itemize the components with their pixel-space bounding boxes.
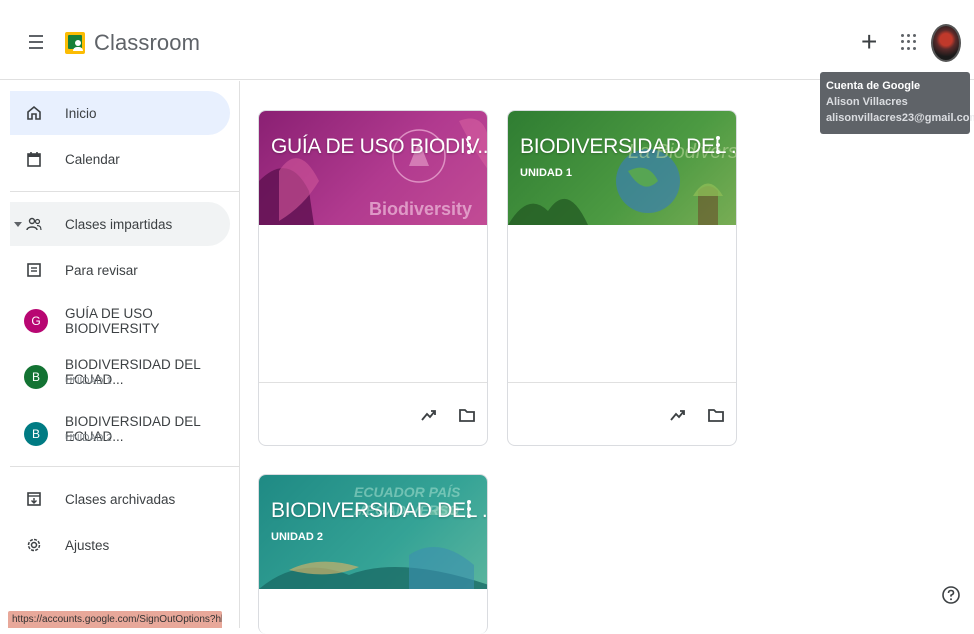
help-icon[interactable] [941,585,961,605]
sidebar-item-class-guia[interactable]: G GUÍA DE USO BIODIVERSITY [10,299,230,343]
top-app-bar: Classroom + [0,0,974,80]
account-avatar[interactable] [931,24,961,62]
sidebar-item-clases-impartidas[interactable]: Clases impartidas [10,202,230,246]
sidebar-item-label: Para revisar [65,262,138,278]
sidebar-item-class-unidad1[interactable]: B BIODIVERSIDAD DEL ECUAD... UNIDAD 1 [10,351,230,395]
class-card-guia[interactable]: Biodiversity GUÍA DE USO BIODIV... [258,110,488,446]
sidebar-item-label: Ajustes [65,537,110,553]
class-card-title[interactable]: BIODIVERSIDAD DEL ... [520,135,736,159]
class-card-section: UNIDAD 2 [271,531,323,543]
class-card-unidad2[interactable]: ECUADOR PAÍS MEGADIVERSO BIODIVERSIDAD D… [258,474,488,634]
sidebar-item-archived[interactable]: Clases archivadas [10,477,230,521]
browser-status-url: https://accounts.google.com/SignOutOptio… [8,611,222,628]
expand-caret-icon[interactable] [14,222,22,227]
class-avatar: B [24,365,48,389]
sidebar-item-para-revisar[interactable]: Para revisar [10,248,230,292]
calendar-icon [27,152,41,167]
sidebar-item-class-unidad2[interactable]: B BIODIVERSIDAD DEL ECUAD... UNIDAD 2 [10,408,230,452]
more-options-icon[interactable] [461,497,477,521]
sidebar-item-label: GUÍA DE USO BIODIVERSITY [65,306,160,336]
class-card-footer [508,382,736,445]
gear-icon [27,538,41,552]
sidebar-item-label: Clases archivadas [65,491,176,507]
folder-icon[interactable] [457,405,477,425]
people-icon [26,217,42,231]
class-card-banner[interactable]: Biodiversity GUÍA DE USO BIODIV... [259,111,487,225]
sidebar-item-section: UNIDAD 1 [65,376,112,387]
sidebar-item-settings[interactable]: Ajustes [10,523,230,567]
sidebar-item-inicio[interactable]: Inicio [10,91,230,135]
more-options-icon[interactable] [461,133,477,157]
class-avatar: G [24,309,48,333]
trending-icon[interactable] [419,405,439,425]
more-options-icon[interactable] [710,133,726,157]
sidebar-item-calendar[interactable]: Calendar [10,137,230,181]
review-folder-icon [27,263,41,277]
sidebar-item-section: UNIDAD 2 [65,433,112,444]
class-card-footer [259,382,487,445]
sidebar-item-label: Clases impartidas [65,216,173,232]
archive-icon [27,492,41,506]
main-menu-icon[interactable] [22,28,50,56]
class-card-unidad1[interactable]: La Biodiversid BIODIVERSIDAD DEL ... UNI… [507,110,737,446]
class-card-title[interactable]: GUÍA DE USO BIODIV... [271,135,487,159]
folder-icon[interactable] [706,405,726,425]
class-avatar: B [24,422,48,446]
account-tooltip: Cuenta de Google Alison Villacres alison… [820,72,974,134]
sidebar-item-label: Calendar [65,151,120,167]
sidebar-divider [10,191,239,192]
trending-icon[interactable] [668,405,688,425]
classroom-logo[interactable] [65,32,85,54]
sidebar-item-label: Inicio [65,105,97,121]
create-join-class-button[interactable]: + [861,28,877,56]
sidebar: Inicio Calendar Clases impartidas Para r… [0,81,240,628]
class-card-title[interactable]: BIODIVERSIDAD DEL ... [271,499,487,523]
tooltip-title: Cuenta de Google [826,80,921,92]
class-card-section: UNIDAD 1 [520,167,572,179]
tooltip-email: alisonvillacres23@gmail.com [826,112,974,124]
home-icon [27,105,41,120]
app-title[interactable]: Classroom [94,30,200,56]
google-apps-icon[interactable] [901,34,917,50]
banner-text: Biodiversity [369,199,473,219]
tooltip-name: Alison Villacres [826,96,908,108]
class-card-banner[interactable]: La Biodiversid BIODIVERSIDAD DEL ... UNI… [508,111,736,225]
class-card-banner[interactable]: ECUADOR PAÍS MEGADIVERSO BIODIVERSIDAD D… [259,475,487,589]
sidebar-divider [10,466,239,467]
